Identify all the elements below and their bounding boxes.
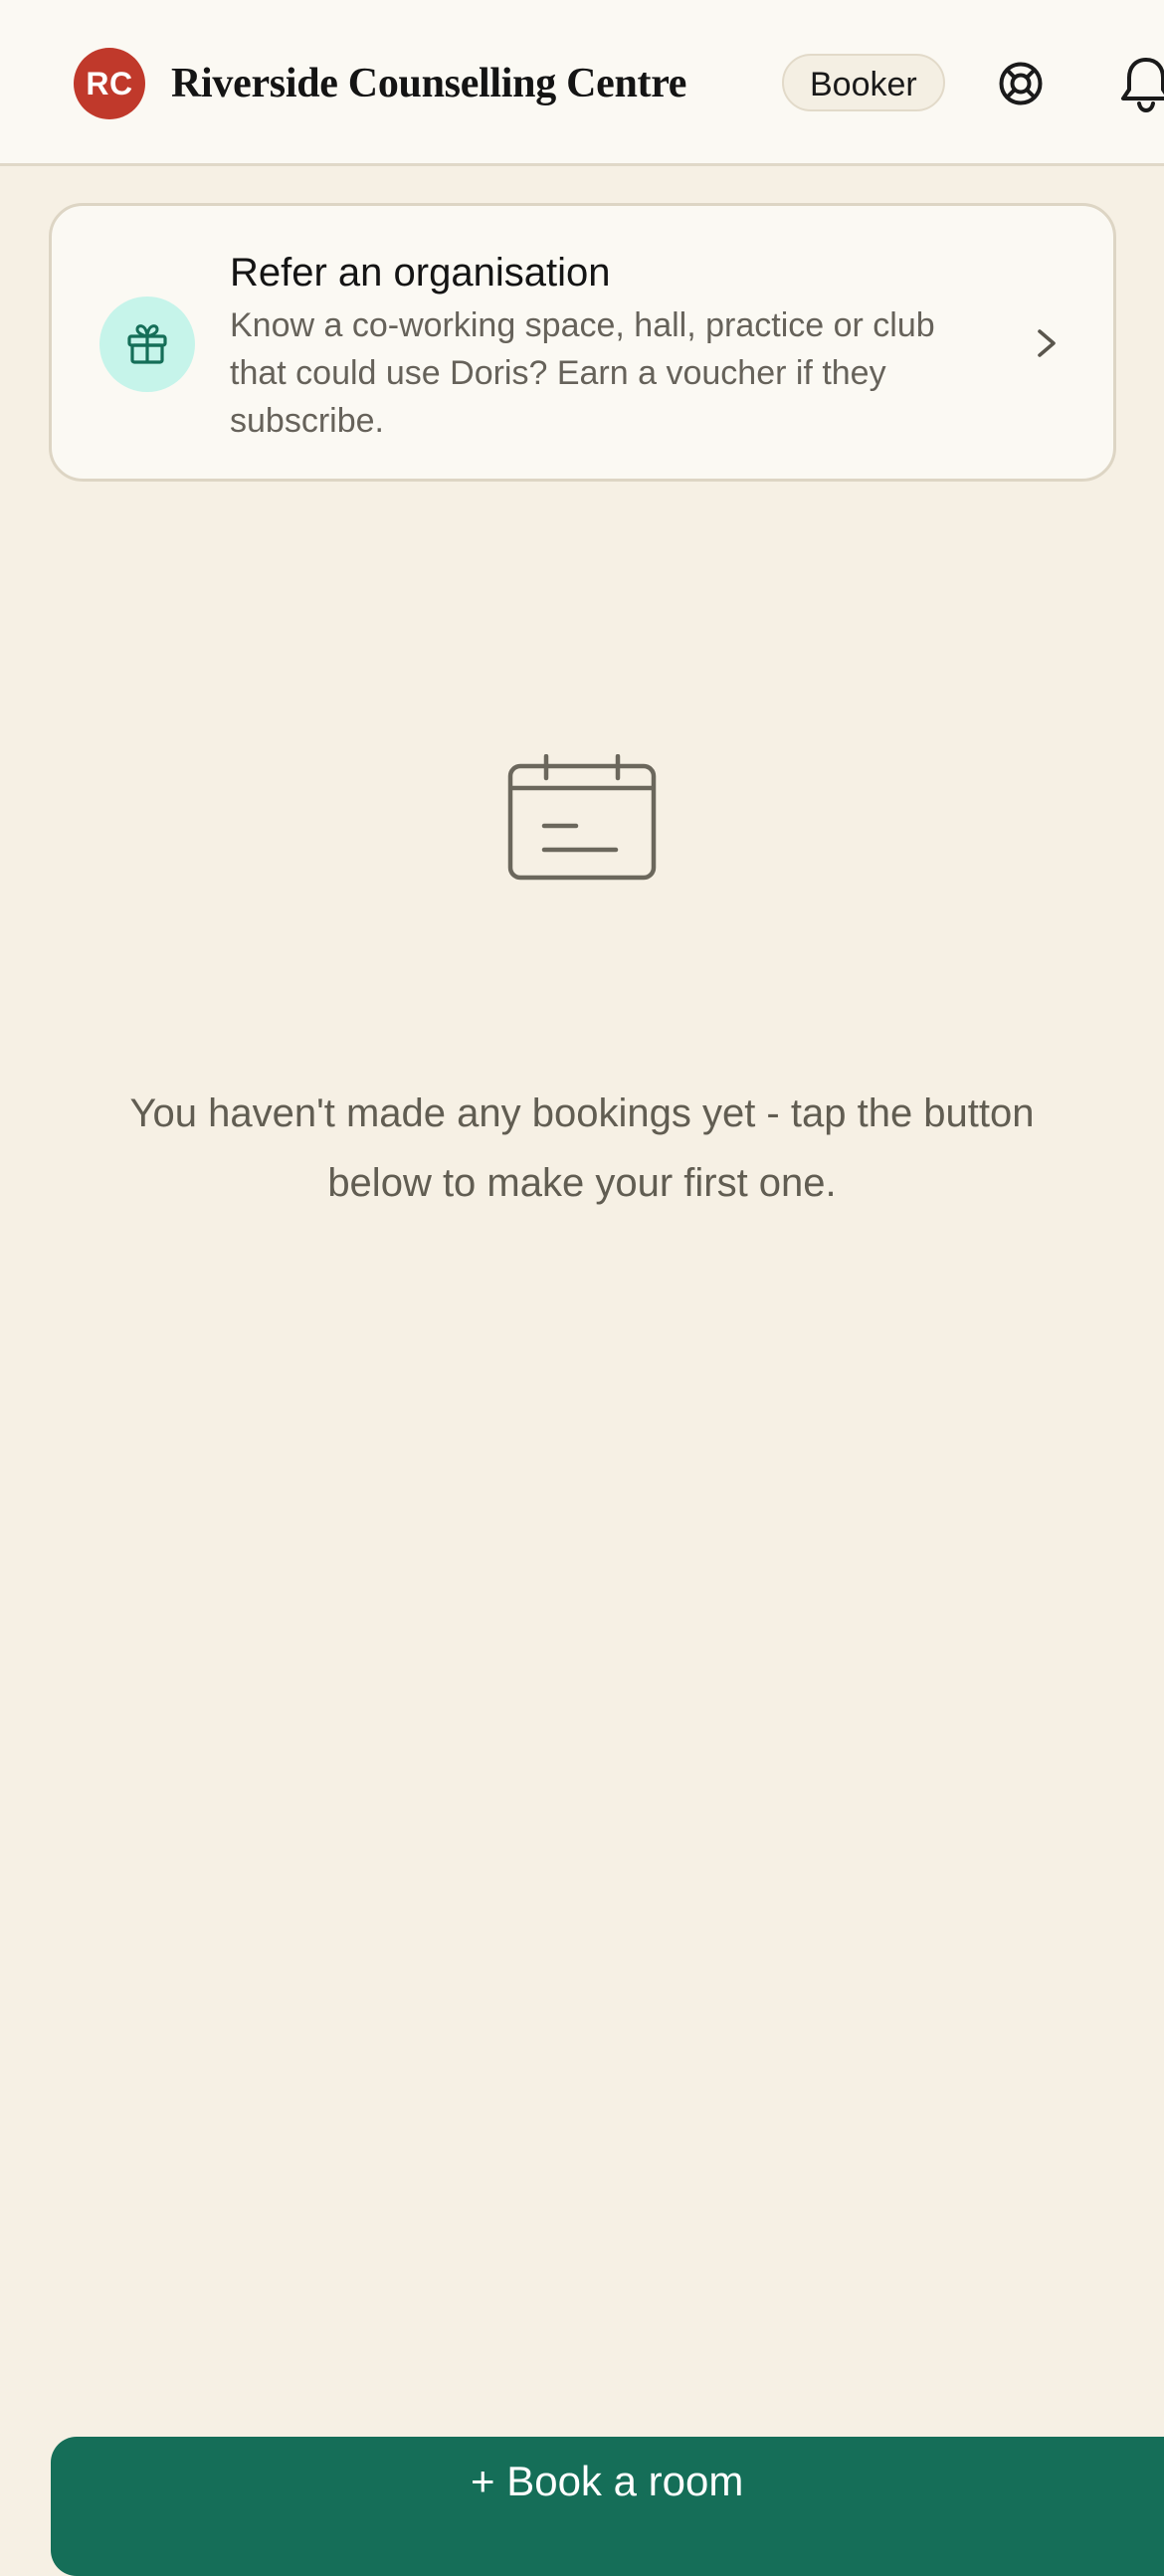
book-room-button-label: + Book a room (471, 2458, 744, 2504)
book-room-label-layer: + Book a room (0, 0, 1164, 2519)
